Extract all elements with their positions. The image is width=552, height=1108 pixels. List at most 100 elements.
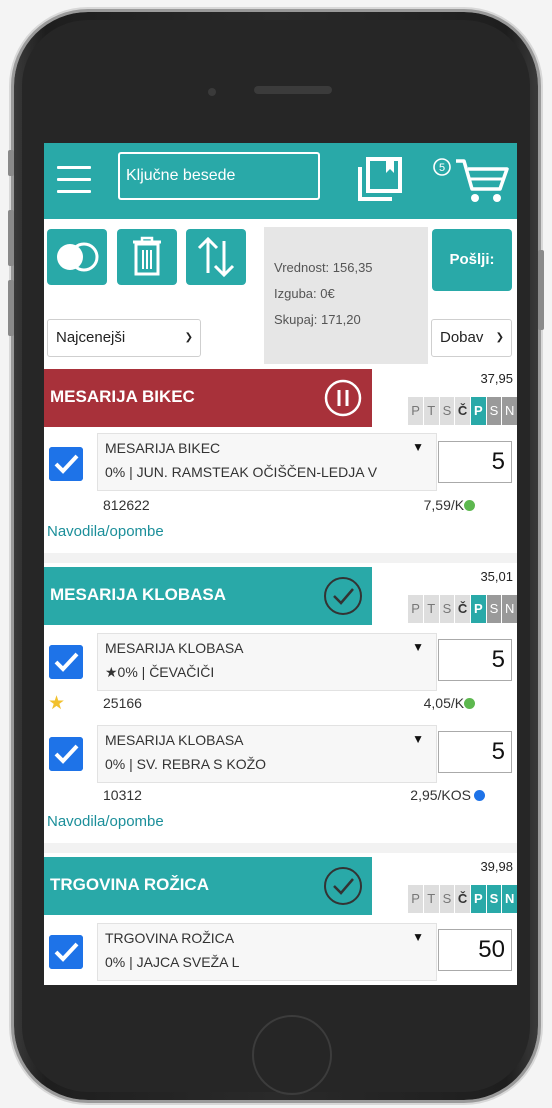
- item-checkbox[interactable]: [49, 447, 83, 481]
- sort-select-value: Najcenejši: [56, 329, 126, 346]
- compare-icon: [57, 242, 99, 272]
- dropdown-arrow-icon: ▼: [412, 640, 424, 654]
- item-checkbox[interactable]: [49, 935, 83, 969]
- item-supplier: MESARIJA KLOBASA: [105, 640, 244, 656]
- coin-icon: 5: [433, 158, 451, 176]
- day-toggle[interactable]: Č: [454, 397, 470, 425]
- search-input[interactable]: Ključne besede: [118, 152, 320, 200]
- app-screen: Ključne besede 5 Vrednost: 156,35 Izguba…: [44, 143, 517, 985]
- quantity-input[interactable]: 50: [438, 929, 512, 971]
- delivery-days: 37,95 P T S Č P S N: [372, 369, 517, 427]
- day-toggle[interactable]: P: [407, 397, 423, 425]
- availability-dot: [464, 698, 475, 709]
- day-toggle[interactable]: S: [485, 595, 502, 623]
- dropdown-arrow-icon: ▼: [412, 930, 424, 944]
- section-divider: [44, 843, 517, 853]
- notes-link[interactable]: Navodila/opombe: [47, 523, 164, 540]
- earpiece-speaker: [254, 86, 332, 94]
- product-select[interactable]: MESARIJA KLOBASA ★0% | ČEVAČIČI ▼: [97, 633, 437, 691]
- sort-icon: [197, 236, 235, 278]
- delivery-days: 39,98 P T S Č P S N: [372, 857, 517, 915]
- supplier-select[interactable]: Dobav ❯: [431, 319, 512, 357]
- order-summary: Vrednost: 156,35 Izguba: 0€ Skupaj: 171,…: [264, 227, 428, 364]
- item-name: 0% | JAJCA SVEŽA L: [105, 954, 240, 970]
- section-total: 37,95: [480, 371, 513, 386]
- item-supplier: MESARIJA KLOBASA: [105, 732, 244, 748]
- volume-up-button: [8, 210, 14, 266]
- product-select[interactable]: MESARIJA KLOBASA 0% | SV. REBRA S KOŽO ▼: [97, 725, 437, 783]
- day-toggle[interactable]: S: [438, 397, 455, 425]
- catalog-icon[interactable]: [356, 155, 406, 203]
- day-toggle[interactable]: T: [422, 397, 439, 425]
- day-toggle-active[interactable]: N: [501, 885, 517, 913]
- product-select[interactable]: MESARIJA BIKEC 0% | JUN. RAMSTEAK OČIŠČE…: [97, 433, 437, 491]
- summary-loss: Izguba: 0€: [274, 286, 335, 301]
- item-checkbox[interactable]: [49, 737, 83, 771]
- supplier-section-header[interactable]: TRGOVINA ROŽICA 39,98 P T S Č P S N: [44, 857, 517, 915]
- home-button[interactable]: [252, 1015, 332, 1095]
- item-code: 10312: [103, 787, 142, 803]
- quantity-input[interactable]: 5: [438, 441, 512, 483]
- pause-icon[interactable]: [320, 375, 366, 421]
- check-circle-icon[interactable]: [320, 863, 366, 909]
- supplier-section-header[interactable]: MESARIJA BIKEC 37,95 P T S Č P S N: [44, 369, 517, 427]
- day-toggle[interactable]: Č: [454, 595, 470, 623]
- favorite-star-icon[interactable]: ★: [48, 692, 65, 715]
- day-toggle[interactable]: S: [438, 885, 455, 913]
- trash-icon: [133, 236, 161, 276]
- quantity-input[interactable]: 5: [438, 731, 512, 773]
- check-circle-icon[interactable]: [320, 573, 366, 619]
- availability-dot: [464, 500, 475, 511]
- item-supplier: TRGOVINA ROŽICA: [105, 930, 235, 946]
- day-toggle[interactable]: P: [407, 885, 423, 913]
- item-name: 0% | JUN. RAMSTEAK OČIŠČEN-LEDJA V: [105, 464, 378, 480]
- day-toggle[interactable]: N: [501, 397, 517, 425]
- day-toggle[interactable]: N: [501, 595, 517, 623]
- mute-switch: [8, 150, 14, 176]
- day-toggle[interactable]: T: [422, 885, 439, 913]
- volume-down-button: [8, 280, 14, 336]
- day-toggle[interactable]: S: [485, 397, 502, 425]
- day-toggle-active[interactable]: S: [485, 885, 502, 913]
- summary-value: Vrednost: 156,35: [274, 260, 373, 275]
- supplier-select-value: Dobav: [440, 329, 484, 346]
- sort-select[interactable]: Najcenejši ❯: [47, 319, 201, 357]
- item-code: 25166: [103, 695, 142, 711]
- day-toggle[interactable]: Č: [454, 885, 470, 913]
- item-code: 812622: [103, 497, 150, 513]
- top-bar: Ključne besede 5: [44, 143, 517, 219]
- menu-icon[interactable]: [57, 165, 91, 195]
- compare-button[interactable]: [47, 229, 107, 285]
- day-toggle[interactable]: S: [438, 595, 455, 623]
- item-price: 2,95/KOS: [410, 787, 471, 803]
- day-toggle-active[interactable]: P: [469, 885, 486, 913]
- day-toggle[interactable]: P: [407, 595, 423, 623]
- item-checkbox[interactable]: [49, 645, 83, 679]
- item-name: 0% | SV. REBRA S KOŽO: [105, 756, 267, 772]
- quantity-input[interactable]: 5: [438, 639, 512, 681]
- day-toggle-active[interactable]: P: [469, 397, 486, 425]
- chevron-down-icon: ❯: [495, 332, 504, 343]
- section-divider: [44, 553, 517, 563]
- notes-link[interactable]: Navodila/opombe: [47, 813, 164, 830]
- item-supplier: MESARIJA BIKEC: [105, 440, 221, 456]
- power-button: [538, 250, 544, 330]
- availability-dot: [474, 790, 485, 801]
- send-button[interactable]: Pošlji:: [432, 229, 512, 291]
- svg-text:5: 5: [439, 162, 445, 174]
- sort-button[interactable]: [186, 229, 246, 285]
- product-select[interactable]: TRGOVINA ROŽICA 0% | JAJCA SVEŽA L ▼: [97, 923, 437, 981]
- delivery-days: 35,01 P T S Č P S N: [372, 567, 517, 625]
- dropdown-arrow-icon: ▼: [412, 440, 424, 454]
- summary-total: Skupaj: 171,20: [274, 312, 361, 327]
- item-name: ★0% | ČEVAČIČI: [105, 664, 215, 680]
- section-total: 39,98: [480, 859, 513, 874]
- day-toggle[interactable]: T: [422, 595, 439, 623]
- dropdown-arrow-icon: ▼: [412, 732, 424, 746]
- delete-button[interactable]: [117, 229, 177, 285]
- supplier-section-header[interactable]: MESARIJA KLOBASA 35,01 P T S Č P S N: [44, 567, 517, 625]
- front-camera: [208, 88, 216, 96]
- day-toggle-active[interactable]: P: [469, 595, 486, 623]
- chevron-down-icon: ❯: [184, 332, 193, 343]
- cart-icon[interactable]: [452, 155, 512, 205]
